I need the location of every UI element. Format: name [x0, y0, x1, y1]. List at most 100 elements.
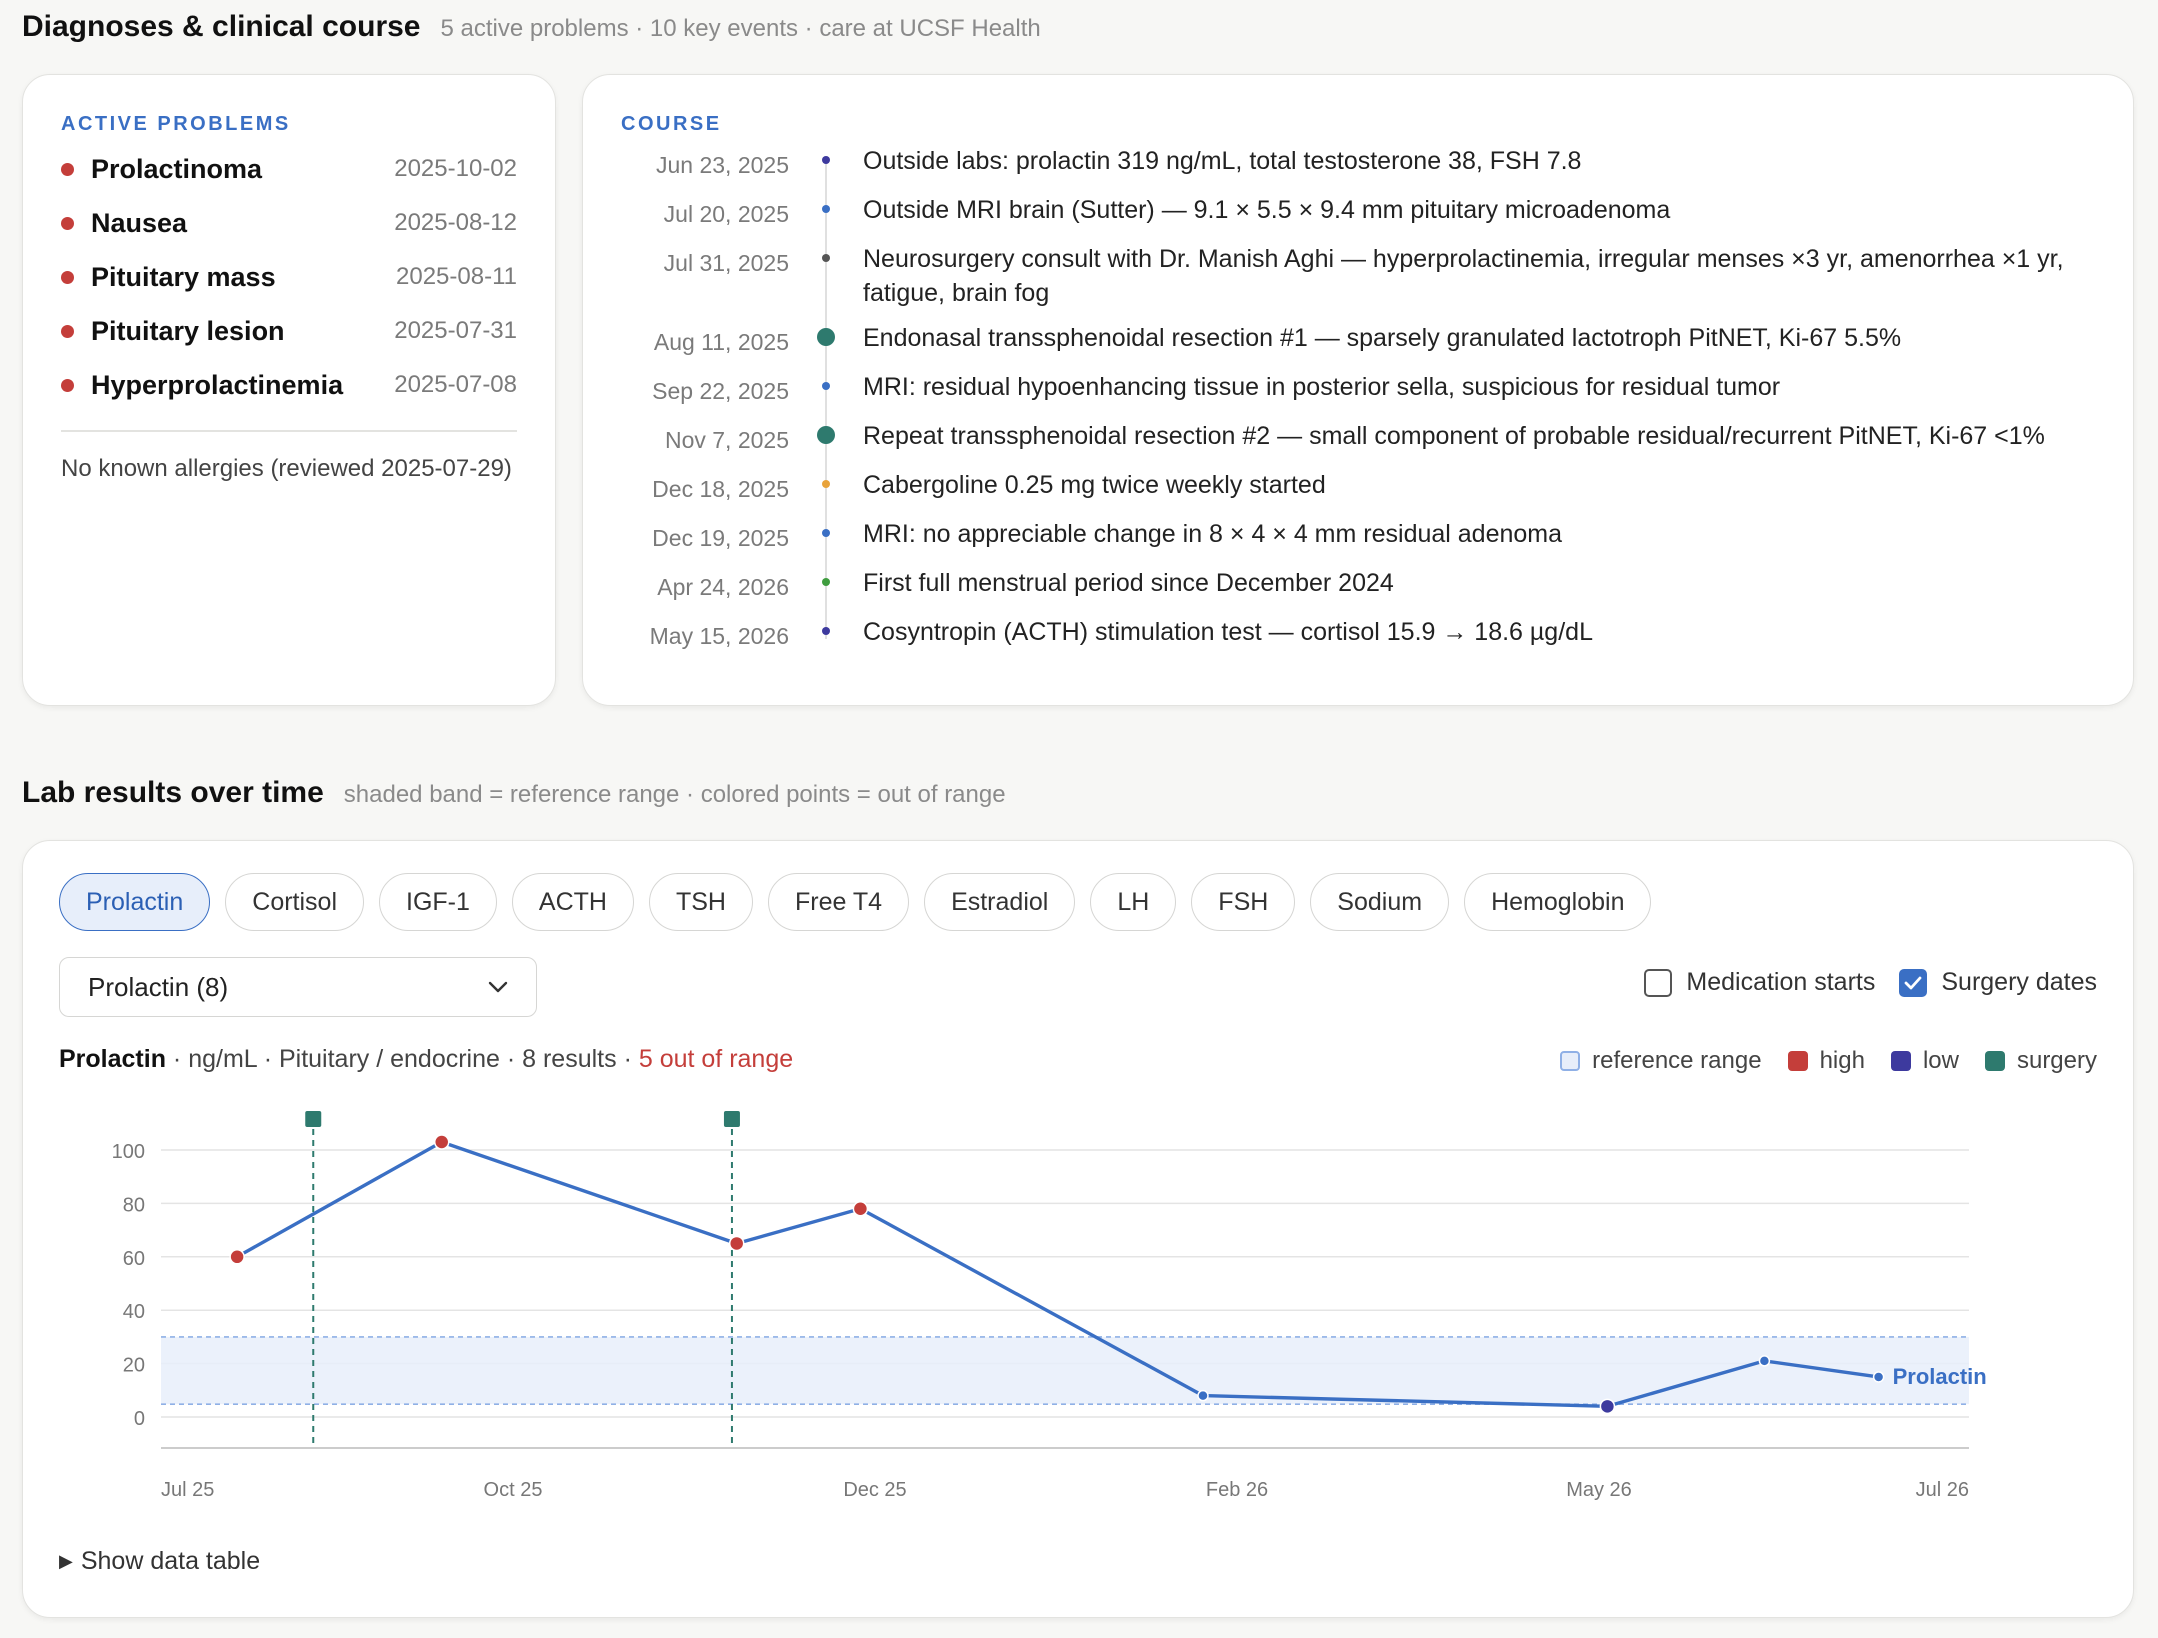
data-point-normal[interactable] [1872, 1371, 1885, 1383]
course-event-marker [789, 144, 863, 182]
divider [61, 430, 517, 432]
tab-sodium[interactable]: Sodium [1310, 873, 1450, 931]
show-data-table-toggle[interactable]: ▶ Show data table [59, 1547, 260, 1576]
course-event-date: Apr 24, 2026 [657, 574, 789, 600]
problem-status-dot [61, 270, 74, 284]
data-point-high[interactable] [728, 1235, 745, 1252]
course-event: Dec 18, 2025 Cabergoline 0.25 mg twice we… [621, 468, 2095, 506]
course-event: Nov 7, 2025 Repeat transsphenoidal resect… [621, 419, 2095, 457]
prolactin-chart: 0 20 40 60 80 100 Jul 25 Oct 25 Dec 25 Feb 26 May … [112, 1111, 1987, 1501]
surgery-marker[interactable] [723, 1111, 740, 1127]
course-event-text: MRI: residual hypoenhancing tissue in po… [863, 373, 1781, 401]
course-event-text: Neurosurgery consult with Dr. Manish Agh… [863, 245, 2064, 307]
course-card: COURSE Jun 23, 2025 Outside labs: prolact… [582, 74, 2134, 706]
problem-name: Nausea [91, 207, 188, 238]
course-event-text: Endonasal transsphenoidal resection #1 —… [863, 324, 1902, 352]
problem-date: 2025-08-11 [396, 263, 517, 290]
problem-name: Hyperprolactinemia [91, 369, 344, 400]
course-event-date: May 15, 2026 [649, 623, 789, 649]
checkmark-icon [1904, 976, 1922, 989]
tab-lh[interactable]: LH [1090, 873, 1177, 931]
course-event-marker [789, 517, 863, 555]
tab-acth[interactable]: ACTH [511, 873, 634, 931]
medication-starts-checkbox[interactable] [1644, 968, 1673, 997]
legend-label-high: high [1819, 1047, 1865, 1074]
tab-estradiol[interactable]: Estradiol [924, 873, 1076, 931]
diagnoses-header: Diagnoses & clinical course 5 active pro… [22, 10, 1041, 44]
chevron-down-icon [488, 981, 508, 993]
course-event-marker [789, 615, 863, 653]
legend-swatch-high [1787, 1051, 1808, 1071]
course-event-date: Dec 19, 2025 [652, 525, 789, 551]
problem-item: Hyperprolactinemia 2025-07-08 [61, 358, 517, 412]
course-lab-dot [822, 627, 830, 635]
legend-low: low [1890, 1047, 1959, 1075]
course-event: Dec 19, 2025 MRI: no appreciable change i… [621, 517, 2095, 555]
surgery-marker[interactable] [305, 1111, 322, 1127]
course-event-text: Outside labs: prolactin 319 ng/mL, total… [863, 147, 1582, 175]
course-lab-dot [822, 156, 830, 164]
legend-swatch-reference [1560, 1051, 1581, 1071]
diagnoses-title: Diagnoses & clinical course [22, 10, 421, 43]
data-point-high[interactable] [229, 1249, 245, 1265]
course-event-date: Jun 23, 2025 [655, 152, 789, 178]
course-event-text: MRI: no appreciable change in 8 × 4 × 4 … [863, 520, 1563, 548]
course-medication-dot [822, 480, 830, 488]
course-timeline: Jun 23, 2025 Outside labs: prolactin 319 … [621, 144, 2095, 653]
tab-free-t4[interactable]: Free T4 [767, 873, 910, 931]
labs-header: Lab results over time shaded band = refe… [22, 776, 1006, 810]
problem-list: Prolactinoma 2025-10-02 Nausea 2025-08-12 Pi… [61, 142, 517, 412]
medication-starts-toggle[interactable]: Medication starts [1644, 968, 1875, 997]
tab-igf-1[interactable]: IGF-1 [379, 873, 497, 931]
chart-analyte: Prolactin [59, 1045, 166, 1073]
data-point-normal[interactable] [1197, 1389, 1209, 1402]
lab-chart-card: Prolactin Cortisol IGF-1 ACTH TSH Free T4 Estr… [22, 840, 2134, 1618]
tab-hemoglobin[interactable]: Hemoglobin [1464, 873, 1652, 931]
analyte-select[interactable]: Prolactin (8) [59, 957, 537, 1017]
problem-item: Prolactinoma 2025-10-02 [61, 142, 517, 196]
active-problems-card: ACTIVE PROBLEMS Prolactinoma 2025-10-02 Na… [22, 74, 556, 706]
tab-cortisol[interactable]: Cortisol [225, 873, 365, 931]
course-visit-dot [822, 254, 830, 262]
data-point-high[interactable] [433, 1134, 450, 1150]
chart-meta: Prolactin · ng/mL · Pituitary / endocrin… [59, 1045, 793, 1074]
x-tick-label: May 26 [1566, 1479, 1632, 1501]
surgery-dates-checkbox[interactable] [1899, 968, 1928, 997]
problem-date: 2025-10-02 [394, 155, 517, 182]
course-milestone-dot [822, 578, 830, 586]
y-tick-label: 40 [123, 1301, 145, 1323]
active-problems-label: ACTIVE PROBLEMS [61, 113, 291, 135]
course-surgery-dot [817, 328, 835, 346]
course-event: Jul 31, 2025 Neurosurgery consult with Dr… [621, 242, 2095, 310]
medication-starts-label: Medication starts [1686, 968, 1876, 996]
problem-name: Prolactinoma [91, 153, 263, 184]
course-event-text: Outside MRI brain (Sutter) — 9.1 × 5.5 ×… [863, 196, 1671, 224]
course-event-date: Jul 20, 2025 [663, 201, 789, 227]
legend-label-reference: reference range [1592, 1047, 1762, 1074]
problem-item: Pituitary lesion 2025-07-31 [61, 304, 517, 358]
course-event-date: Sep 22, 2025 [652, 378, 789, 404]
allergy-status: No known allergies (reviewed 2025-07-29) [61, 454, 512, 482]
show-data-table-label: Show data table [80, 1547, 261, 1575]
legend-label-low: low [1922, 1047, 1959, 1074]
surgery-dates-toggle[interactable]: Surgery dates [1899, 968, 2097, 997]
data-point-low[interactable] [1599, 1398, 1616, 1415]
x-tick-label: Dec 25 [843, 1479, 906, 1501]
data-point-normal[interactable] [1758, 1355, 1771, 1367]
x-tick-label: Oct 25 [484, 1479, 543, 1501]
tab-tsh[interactable]: TSH [648, 873, 753, 931]
course-event-marker [789, 566, 863, 604]
overlay-toggles: Medication starts Surgery dates [1644, 968, 2097, 997]
course-label: COURSE [621, 113, 722, 135]
tab-fsh[interactable]: FSH [1191, 873, 1296, 931]
problem-status-dot [61, 216, 74, 230]
course-event-marker [789, 193, 863, 231]
course-event: Sep 22, 2025 MRI: residual hypoenhancing … [621, 370, 2095, 408]
legend-label-surgery: surgery [2016, 1047, 2097, 1074]
tab-prolactin[interactable]: Prolactin [59, 873, 211, 931]
out-of-range-count: 5 out of range [638, 1045, 794, 1073]
course-event: Jun 23, 2025 Outside labs: prolactin 319 … [621, 144, 2095, 182]
data-point-high[interactable] [852, 1200, 869, 1217]
reference-range-band [161, 1336, 1969, 1405]
problem-status-dot [61, 378, 74, 392]
